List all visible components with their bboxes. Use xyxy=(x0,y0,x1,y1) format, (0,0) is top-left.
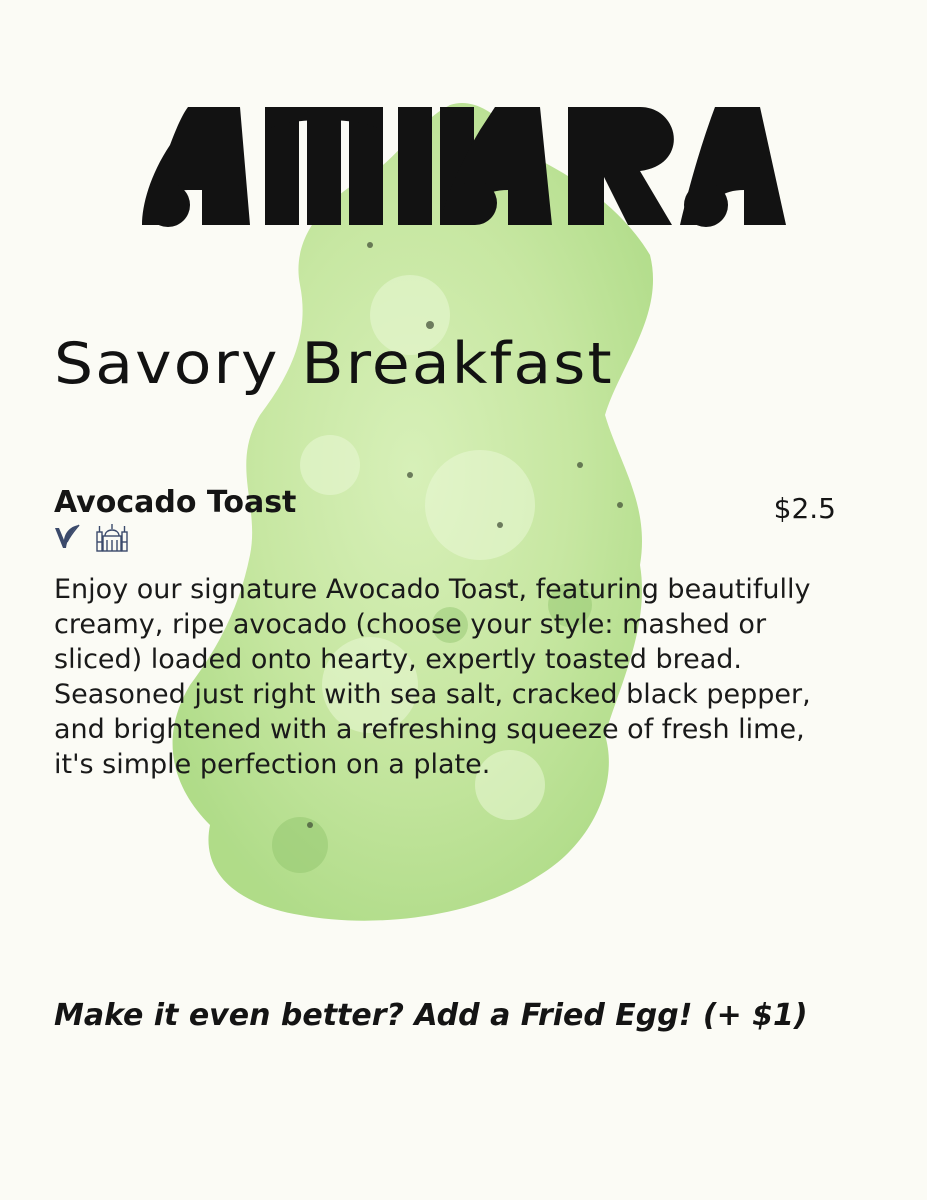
menu-item-description: Enjoy our signature Avocado Toast, featu… xyxy=(54,574,811,780)
halal-mosque-icon xyxy=(95,522,129,556)
amara-logo xyxy=(140,95,788,230)
section-title: Savory Breakfast xyxy=(54,331,614,397)
menu-item-price: $2.5 xyxy=(773,492,836,525)
menu-item-name: Avocado Toast xyxy=(54,485,297,520)
addon-note: Make it even better? Add a Fried Egg! (+… xyxy=(54,998,808,1033)
vegan-leaf-icon xyxy=(53,522,81,556)
dietary-icons xyxy=(53,522,129,556)
